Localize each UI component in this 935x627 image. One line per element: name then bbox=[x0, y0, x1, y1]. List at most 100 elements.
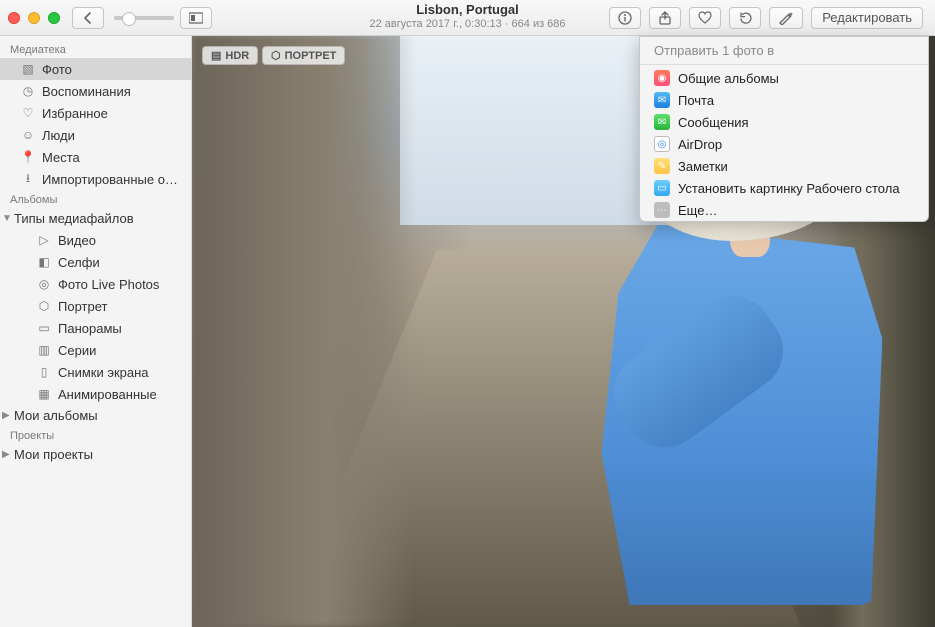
more-icon: ⋯ bbox=[654, 202, 670, 218]
sidebar-header-albums: Альбомы bbox=[0, 190, 191, 208]
hdr-icon: ▤ bbox=[211, 49, 221, 62]
sidebar-item-animated[interactable]: ▦ Анимированные bbox=[0, 383, 191, 405]
people-icon: ☺ bbox=[20, 127, 36, 143]
back-button[interactable] bbox=[72, 7, 104, 29]
share-item-messages[interactable]: ✉ Сообщения bbox=[640, 111, 928, 133]
sidebar-item-portrait[interactable]: ⬡ Портрет bbox=[0, 295, 191, 317]
sidebar-item-favorites[interactable]: ♡ Избранное bbox=[0, 102, 191, 124]
sidebar-item-selfies[interactable]: ◧ Селфи bbox=[0, 251, 191, 273]
mail-icon: ✉ bbox=[654, 92, 670, 108]
photo-stack-icon: ▧ bbox=[20, 61, 36, 77]
sidebar-item-videos[interactable]: ▷ Видео bbox=[0, 229, 191, 251]
share-item-label: Почта bbox=[678, 93, 714, 108]
grid-view-button[interactable] bbox=[180, 7, 212, 29]
places-icon: 📍 bbox=[20, 149, 36, 165]
sidebar-item-label: Мои альбомы bbox=[14, 408, 98, 423]
sidebar-item-photos[interactable]: ▧ Фото bbox=[0, 58, 191, 80]
info-button[interactable] bbox=[609, 7, 641, 29]
aperture-icon: ⬡ bbox=[271, 49, 281, 62]
sidebar-item-livephotos[interactable]: ◎ Фото Live Photos bbox=[0, 273, 191, 295]
video-icon: ▷ bbox=[36, 232, 52, 248]
disclosure-triangle[interactable]: ▶ bbox=[0, 449, 10, 460]
sidebar-item-people[interactable]: ☺ Люди bbox=[0, 124, 191, 146]
burst-icon: ▥ bbox=[36, 342, 52, 358]
share-item-label: AirDrop bbox=[678, 137, 722, 152]
share-item-label: Установить картинку Рабочего стола bbox=[678, 181, 900, 196]
sidebar-item-label: Селфи bbox=[58, 255, 100, 270]
share-item-set-desktop[interactable]: ▭ Установить картинку Рабочего стола bbox=[640, 177, 928, 199]
notes-icon: ✎ bbox=[654, 158, 670, 174]
sidebar-header-projects: Проекты bbox=[0, 426, 191, 444]
messages-icon: ✉ bbox=[654, 114, 670, 130]
share-item-mail[interactable]: ✉ Почта bbox=[640, 89, 928, 111]
disclosure-triangle[interactable]: ▶ bbox=[0, 410, 10, 421]
sidebar: Медиатека ▧ Фото ◷ Воспоминания ♡ Избран… bbox=[0, 36, 192, 627]
selfie-icon: ◧ bbox=[36, 254, 52, 270]
photo-subtitle: 22 августа 2017 г., 0:30:13 · 664 из 686 bbox=[369, 18, 565, 31]
sidebar-header-library: Медиатека bbox=[0, 40, 191, 58]
sidebar-item-label: Типы медиафайлов bbox=[14, 211, 134, 226]
sidebar-item-label: Фото Live Photos bbox=[58, 277, 159, 292]
share-item-notes[interactable]: ✎ Заметки bbox=[640, 155, 928, 177]
hdr-badge: ▤ HDR bbox=[202, 46, 258, 65]
favorite-button[interactable] bbox=[689, 7, 721, 29]
sidebar-item-label: Панорамы bbox=[58, 321, 122, 336]
panorama-icon: ▭ bbox=[36, 320, 52, 336]
photo-title: Lisbon, Portugal bbox=[369, 2, 565, 18]
window-title-area: Lisbon, Portugal 22 августа 2017 г., 0:3… bbox=[369, 2, 565, 31]
screenshot-icon: ▯ bbox=[36, 364, 52, 380]
disclosure-triangle[interactable]: ▼ bbox=[0, 213, 10, 224]
share-item-label: Заметки bbox=[678, 159, 728, 174]
sidebar-item-imports[interactable]: ⭳ Импортированные о… bbox=[0, 168, 191, 190]
icloud-shared-icon: ◉ bbox=[654, 70, 670, 86]
edit-button[interactable]: Редактировать bbox=[811, 7, 923, 29]
sidebar-item-places[interactable]: 📍 Места bbox=[0, 146, 191, 168]
sidebar-item-label: Импортированные о… bbox=[42, 172, 178, 187]
titlebar: Lisbon, Portugal 22 августа 2017 г., 0:3… bbox=[0, 0, 935, 36]
sidebar-item-label: Портрет bbox=[58, 299, 107, 314]
maximize-window-button[interactable] bbox=[48, 12, 60, 24]
live-icon: ◎ bbox=[36, 276, 52, 292]
share-item-more[interactable]: ⋯ Еще… bbox=[640, 199, 928, 221]
portrait-badge: ⬡ ПОРТРЕТ bbox=[262, 46, 345, 65]
sidebar-item-label: Избранное bbox=[42, 106, 108, 121]
minimize-window-button[interactable] bbox=[28, 12, 40, 24]
share-item-airdrop[interactable]: ◎ AirDrop bbox=[640, 133, 928, 155]
animated-icon: ▦ bbox=[36, 386, 52, 402]
sidebar-item-screenshots[interactable]: ▯ Снимки экрана bbox=[0, 361, 191, 383]
portrait-icon: ⬡ bbox=[36, 298, 52, 314]
zoom-slider[interactable] bbox=[114, 16, 174, 20]
close-window-button[interactable] bbox=[8, 12, 20, 24]
sidebar-item-label: Воспоминания bbox=[42, 84, 131, 99]
window-controls bbox=[8, 12, 60, 24]
rotate-button[interactable] bbox=[729, 7, 761, 29]
share-menu: Отправить 1 фото в ◉ Общие альбомы ✉ Поч… bbox=[639, 36, 929, 222]
sidebar-item-panoramas[interactable]: ▭ Панорамы bbox=[0, 317, 191, 339]
share-menu-title: Отправить 1 фото в bbox=[640, 37, 928, 64]
share-item-label: Сообщения bbox=[678, 115, 749, 130]
sidebar-item-label: Анимированные bbox=[58, 387, 157, 402]
sidebar-item-label: Снимки экрана bbox=[58, 365, 149, 380]
portrait-label: ПОРТРЕТ bbox=[285, 50, 337, 62]
sidebar-item-label: Места bbox=[42, 150, 80, 165]
sidebar-item-label: Мои проекты bbox=[14, 447, 93, 462]
memories-icon: ◷ bbox=[20, 83, 36, 99]
hdr-label: HDR bbox=[225, 50, 249, 62]
sidebar-item-label: Серии bbox=[58, 343, 96, 358]
share-item-shared-albums[interactable]: ◉ Общие альбомы bbox=[640, 67, 928, 89]
sidebar-item-label: Видео bbox=[58, 233, 96, 248]
heart-icon: ♡ bbox=[20, 105, 36, 121]
sidebar-item-myalbums[interactable]: Мои альбомы bbox=[10, 405, 106, 426]
airdrop-icon: ◎ bbox=[654, 136, 670, 152]
menu-separator bbox=[640, 64, 928, 65]
sidebar-item-mediatypes[interactable]: Типы медиафайлов bbox=[10, 208, 142, 229]
sidebar-item-bursts[interactable]: ▥ Серии bbox=[0, 339, 191, 361]
sidebar-item-label: Фото bbox=[42, 62, 72, 77]
share-item-label: Общие альбомы bbox=[678, 71, 779, 86]
sidebar-item-myprojects[interactable]: Мои проекты bbox=[10, 444, 101, 465]
enhance-button[interactable] bbox=[769, 7, 803, 29]
sidebar-item-memories[interactable]: ◷ Воспоминания bbox=[0, 80, 191, 102]
import-icon: ⭳ bbox=[20, 171, 36, 187]
share-button[interactable] bbox=[649, 7, 681, 29]
desktop-icon: ▭ bbox=[654, 180, 670, 196]
